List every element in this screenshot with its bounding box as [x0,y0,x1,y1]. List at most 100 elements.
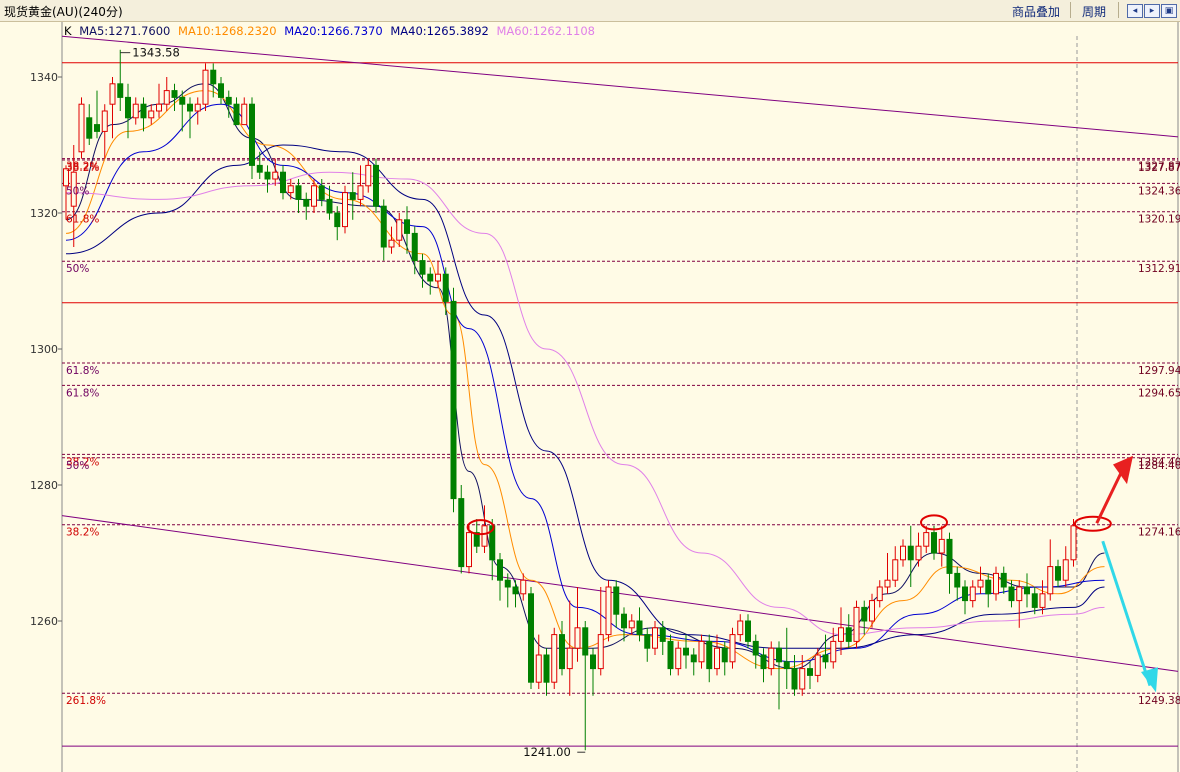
candle-body [466,532,472,568]
candle [907,525,914,587]
candle-body [876,586,883,602]
candle-body [140,103,147,119]
candle-body [249,103,255,166]
candle [869,593,875,628]
candle-body [907,545,914,561]
candle [551,627,558,689]
candle [659,621,666,655]
candle [543,648,550,696]
candle [923,525,930,553]
candle-body [729,634,736,663]
candle-body [411,232,418,262]
candle [101,104,108,159]
candle-body [915,545,922,561]
fib-right-label: 1320.19 [1138,214,1180,226]
candle-body [512,586,519,595]
candle [94,90,100,139]
candle-body [241,103,248,126]
candlestick-chart[interactable]: 1340 1320 1300 1280 1260 38.2% 1327.87 38.2% 13… [0,22,1180,772]
candle-body [86,117,93,139]
candle-body [613,586,620,615]
candle [171,83,178,111]
candle [690,648,697,676]
candle-body [272,171,279,180]
candle [78,97,85,159]
candle-body [574,627,581,649]
fib-left-label: 50% [66,185,89,197]
ma-line-ma20 [65,103,1105,663]
candle-body [807,668,813,676]
candle-body [132,103,139,119]
candle-body [388,239,395,248]
y-tick-label: 1320 [30,207,58,220]
header-divider [1118,2,1119,18]
fib-right-label: 1274.16 [1138,527,1180,539]
candle [574,587,581,662]
fib-right-label: 1294.65 [1138,387,1180,399]
arrow-right-icon[interactable]: ▸ [1144,4,1160,18]
candle-body [768,647,775,670]
candle-body [117,83,124,98]
candle-body [931,532,937,554]
candle-body [900,545,906,561]
candle [287,179,294,200]
candle-body [605,586,612,636]
candle-body [442,273,449,302]
candle-body [1039,593,1046,608]
candle-body [977,579,984,588]
candle-body [745,620,751,642]
candle-body [582,627,589,656]
candle [295,179,302,213]
restore-icon[interactable]: ▣ [1161,4,1177,18]
candle [605,580,612,642]
candle-body [737,620,744,636]
candle [845,614,852,649]
chart-header: 现货黄金(AU)(240分) 商品叠加 周期 ◂ ▸ ▣ [0,0,1180,22]
period-button[interactable]: 周期 [1082,3,1106,20]
candle-body [636,620,643,636]
product-overlay-button[interactable]: 商品叠加 [1012,3,1060,20]
candle-body [993,572,999,595]
candle [280,165,286,200]
candle-body [659,627,666,642]
candle-body [985,579,992,595]
candle-body [225,96,232,105]
candle [342,185,348,234]
header-divider [1070,2,1071,18]
candle [776,641,782,710]
arrow-left-icon[interactable]: ◂ [1127,4,1143,18]
fib-right-label: 1312.91 [1138,263,1180,275]
candle [132,97,139,125]
candle-body [760,654,767,670]
candle-body [520,579,527,595]
candle-body [194,103,201,112]
candle-body [148,110,155,119]
candle-body [171,90,178,98]
candle [853,600,860,649]
candle-body [551,634,558,683]
candle [458,485,465,574]
candle-body [652,627,658,649]
fib-left-label: 261.8% [66,695,106,707]
fib-left-label: 61.8% [66,387,99,399]
candle [109,77,116,139]
candle-body [287,185,294,194]
candle-body [644,634,651,649]
candle-body [419,260,426,275]
candle-body [535,654,542,683]
candle [411,226,418,275]
candle [163,77,170,111]
candle [760,648,767,683]
candle-body [776,647,782,663]
candle-body [365,164,372,187]
candle-body [1047,566,1054,595]
candle [962,580,968,615]
candle-body [179,96,186,105]
candle [148,104,155,125]
candle-body [853,606,860,642]
candle [435,260,441,288]
candle [791,655,798,696]
candle-body [303,198,310,207]
candle-body [543,654,550,683]
candle-body [256,164,263,173]
